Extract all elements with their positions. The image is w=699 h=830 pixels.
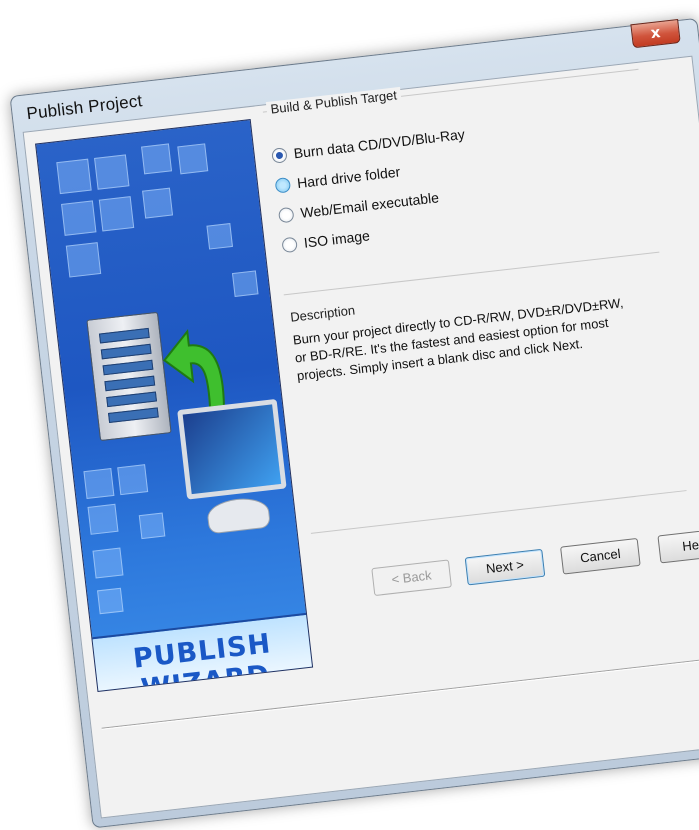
description-divider bbox=[283, 251, 660, 296]
banner-tile bbox=[206, 222, 233, 250]
dialog-body: PUBLISH WIZARD Build & Publish Target Bu… bbox=[22, 55, 699, 819]
banner-tile bbox=[98, 196, 135, 232]
banner-tile bbox=[117, 464, 149, 496]
wizard-label: PUBLISH WIZARD bbox=[131, 628, 273, 693]
wizard-label-bar: PUBLISH WIZARD bbox=[92, 612, 313, 693]
banner-tile bbox=[61, 200, 97, 236]
banner-tile bbox=[231, 270, 259, 297]
next-button[interactable]: Next > bbox=[464, 548, 546, 586]
monitor-stand bbox=[205, 495, 271, 535]
banner-tile bbox=[56, 158, 92, 195]
close-icon: x bbox=[649, 23, 662, 43]
description-title: Description bbox=[289, 302, 356, 325]
banner-tile bbox=[177, 143, 209, 175]
back-button[interactable]: < Back bbox=[371, 559, 452, 597]
radio-label: Hard drive folder bbox=[296, 163, 401, 192]
target-radio-list: Burn data CD/DVD/Blu-Ray Hard drive fold… bbox=[270, 119, 476, 260]
banner-tile bbox=[138, 512, 166, 540]
banner-tile bbox=[141, 143, 173, 175]
banner-tile bbox=[92, 547, 124, 579]
banner-tile bbox=[97, 587, 124, 615]
back-arrow-icon bbox=[162, 329, 225, 409]
publish-project-dialog: Publish Project x PUBLISH WIZARD Build &… bbox=[9, 17, 699, 829]
banner-tile bbox=[87, 503, 119, 535]
radio-label: ISO image bbox=[303, 227, 371, 251]
banner-tile bbox=[94, 154, 130, 190]
radio-button-icon[interactable] bbox=[271, 146, 288, 164]
content-divider bbox=[310, 490, 687, 534]
help-button[interactable]: Help bbox=[657, 527, 699, 564]
tilted-view: Publish Project x PUBLISH WIZARD Build &… bbox=[0, 0, 699, 829]
monitor-icon bbox=[177, 398, 287, 500]
radio-button-icon[interactable] bbox=[281, 236, 298, 253]
banner-tile bbox=[65, 242, 102, 278]
banner-tile bbox=[83, 468, 115, 500]
banner-tile bbox=[142, 187, 174, 219]
radio-button-icon[interactable] bbox=[277, 206, 295, 223]
radio-button-icon[interactable] bbox=[274, 176, 292, 194]
close-button[interactable]: x bbox=[630, 18, 681, 49]
wizard-banner: PUBLISH WIZARD bbox=[35, 119, 314, 693]
stage: Publish Project x PUBLISH WIZARD Build &… bbox=[0, 0, 699, 830]
cancel-button[interactable]: Cancel bbox=[560, 537, 641, 575]
